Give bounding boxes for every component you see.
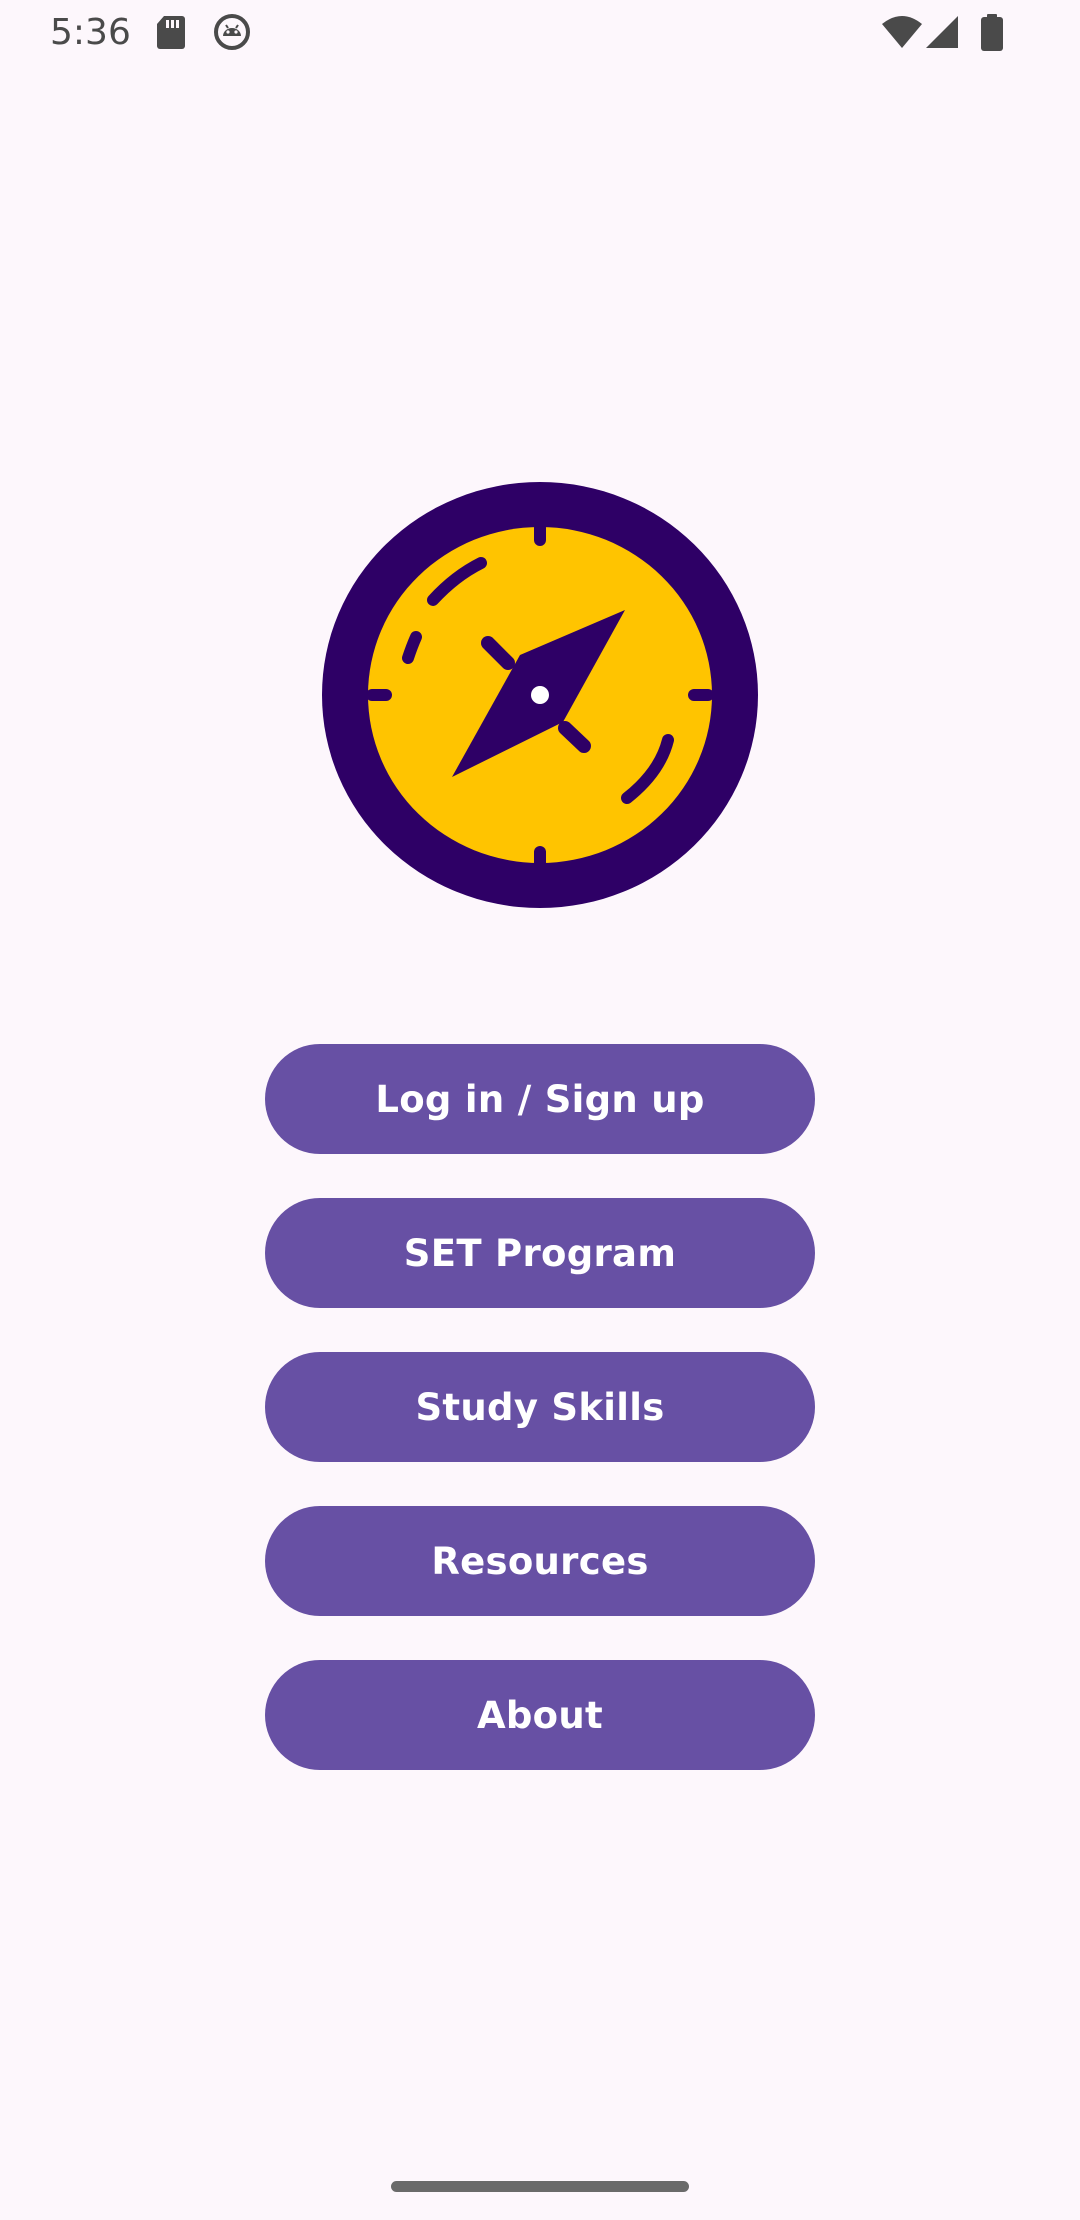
login-signup-button[interactable]: Log in / Sign up [265,1044,815,1154]
study-skills-button[interactable]: Study Skills [265,1352,815,1462]
battery-icon [980,14,1004,57]
android-icon [214,14,250,55]
signal-icon [924,14,960,55]
about-button[interactable]: About [265,1660,815,1770]
app-logo [320,480,760,910]
compass-icon [322,482,758,908]
main-menu: Log in / Sign up SET Program Study Skill… [265,1044,815,1814]
home-gesture-bar[interactable] [391,2181,689,2192]
wifi-icon [880,14,924,55]
status-time: 5:36 [50,12,131,53]
resources-button[interactable]: Resources [265,1506,815,1616]
set-program-button[interactable]: SET Program [265,1198,815,1308]
sd-card-icon [156,14,186,55]
status-bar: 5:36 [0,0,1080,68]
